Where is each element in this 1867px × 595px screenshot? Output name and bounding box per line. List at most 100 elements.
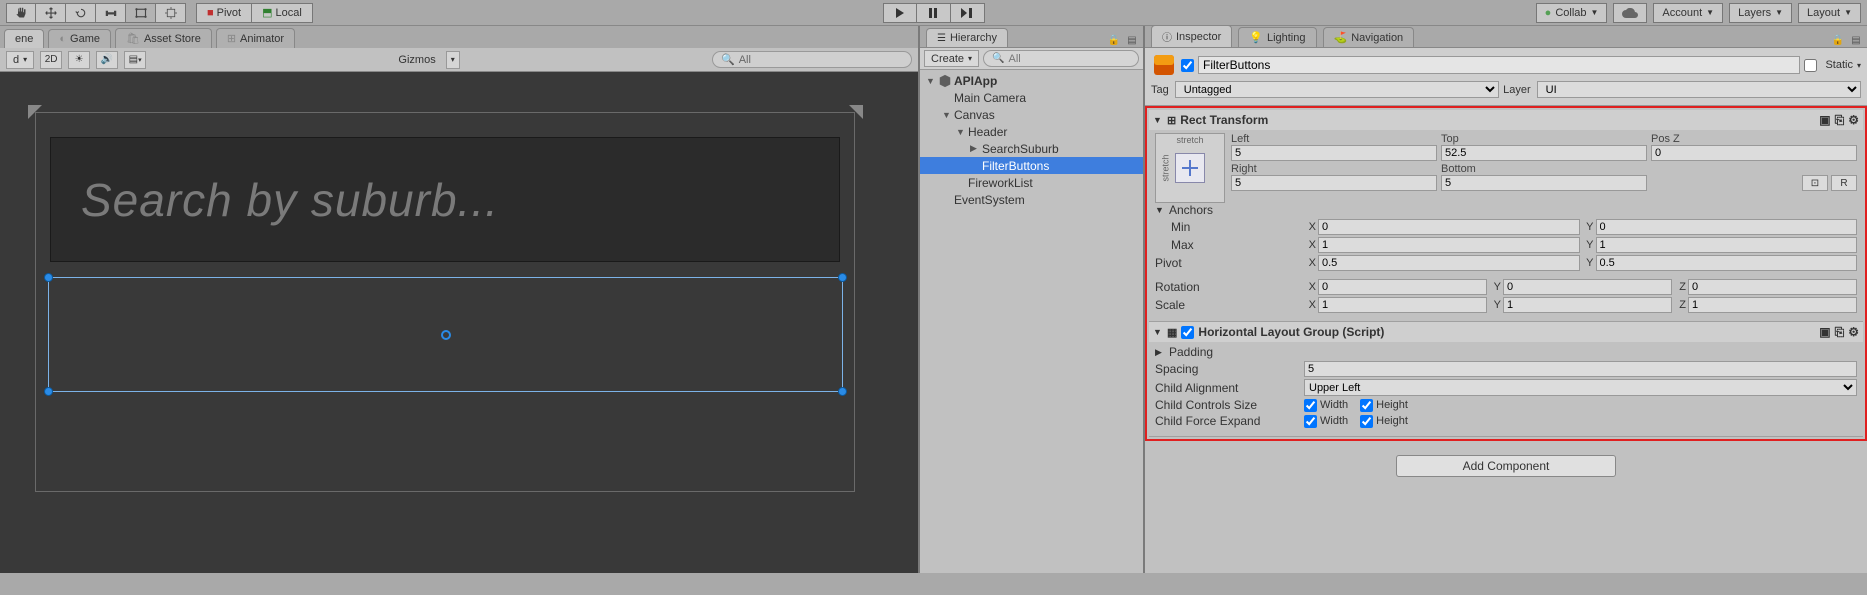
layout-dropdown[interactable]: Layout▼ <box>1798 3 1861 23</box>
gameobject-name-input[interactable] <box>1198 56 1800 74</box>
preset-icon[interactable]: ⎘ <box>1835 325 1845 340</box>
rect-tool-button[interactable] <box>126 3 156 23</box>
tab-inspector[interactable]: ⓘInspector <box>1151 25 1232 47</box>
shading-dropdown[interactable]: d▾ <box>6 51 34 69</box>
sun-icon: ☀ <box>75 54 84 65</box>
tab-lighting[interactable]: 💡Lighting <box>1238 27 1316 47</box>
tree-row[interactable]: FilterButtons <box>920 157 1143 174</box>
audio-toggle[interactable]: 🔊 <box>96 51 118 69</box>
expand-arrow[interactable]: ▼ <box>956 127 968 137</box>
selected-rect[interactable] <box>48 277 843 392</box>
hierarchy-search[interactable]: 🔍All <box>983 50 1139 67</box>
collab-dropdown[interactable]: ●Collab▼ <box>1536 3 1608 23</box>
rot-y[interactable] <box>1503 279 1672 295</box>
top-input[interactable] <box>1441 145 1647 161</box>
tab-game[interactable]: ◐Game <box>48 29 111 48</box>
tab-animator[interactable]: ⊞Animator <box>216 28 295 48</box>
tree-row[interactable]: FireworkList <box>920 174 1143 191</box>
fx-toggle[interactable]: ▤▾ <box>124 51 146 69</box>
handle-center[interactable] <box>441 330 451 340</box>
anchor-min-x[interactable] <box>1318 219 1580 235</box>
tag-dropdown[interactable]: Untagged <box>1175 81 1499 98</box>
rotate-tool-button[interactable] <box>66 3 96 23</box>
move-tool-button[interactable] <box>36 3 66 23</box>
pivot-y[interactable] <box>1596 255 1858 271</box>
scene-search[interactable]: 🔍All <box>712 51 912 68</box>
gear-icon[interactable]: ⚙ <box>1848 113 1859 127</box>
controls-height-checkbox[interactable]: Height <box>1360 399 1408 412</box>
blueprint-button[interactable]: ⊡ <box>1802 175 1828 191</box>
gizmos-dropdown[interactable]: ▾ <box>446 51 460 69</box>
step-button[interactable] <box>951 3 985 23</box>
anchor-max-y[interactable] <box>1596 237 1858 253</box>
expand-width-checkbox[interactable]: Width <box>1304 415 1348 428</box>
hierarchy-tabrow: ☰Hierarchy 🔒 ▤ <box>920 26 1143 48</box>
play-button[interactable] <box>883 3 917 23</box>
anchor-preset-button[interactable]: stretch stretch <box>1155 133 1225 203</box>
handle-bl[interactable] <box>44 387 53 396</box>
static-dropdown[interactable]: ▾ <box>1857 61 1861 70</box>
tree-row[interactable]: Main Camera <box>920 89 1143 106</box>
child-alignment-dropdown[interactable]: Upper Left <box>1304 379 1857 396</box>
gear-icon[interactable]: ⚙ <box>1848 325 1859 339</box>
local-button[interactable]: ⬒Local <box>252 3 313 23</box>
tab-asset-store[interactable]: 🛍Asset Store <box>115 28 212 48</box>
context-menu-icon[interactable]: ▤ <box>1125 33 1139 47</box>
static-checkbox[interactable] <box>1804 59 1817 72</box>
lighting-toggle[interactable]: ☀ <box>68 51 90 69</box>
gameobject-active-checkbox[interactable] <box>1181 59 1194 72</box>
rot-z[interactable] <box>1688 279 1857 295</box>
handle-tr[interactable] <box>838 273 847 282</box>
layer-dropdown[interactable]: UI <box>1537 81 1861 98</box>
tree-row[interactable]: EventSystem <box>920 191 1143 208</box>
transform-tool-button[interactable] <box>156 3 186 23</box>
help-icon[interactable]: ▣ <box>1819 113 1830 127</box>
rot-x[interactable] <box>1318 279 1487 295</box>
preset-icon[interactable]: ⎘ <box>1835 113 1845 128</box>
spacing-input[interactable] <box>1304 361 1857 377</box>
expand-arrow[interactable]: ▶ <box>970 143 982 154</box>
create-dropdown[interactable]: Create▾ <box>924 50 979 67</box>
audio-icon: 🔊 <box>101 54 113 65</box>
anchor-max-x[interactable] <box>1318 237 1580 253</box>
tab-hierarchy[interactable]: ☰Hierarchy <box>926 28 1008 47</box>
pause-button[interactable] <box>917 3 951 23</box>
left-input[interactable] <box>1231 145 1437 161</box>
2d-toggle[interactable]: 2D <box>40 51 62 69</box>
scale-tool-button[interactable] <box>96 3 126 23</box>
hlg-enabled-checkbox[interactable] <box>1181 326 1194 339</box>
anchor-min-y[interactable] <box>1596 219 1858 235</box>
tab-navigation[interactable]: ⛳Navigation <box>1323 27 1415 47</box>
right-input[interactable] <box>1231 175 1437 191</box>
tree-scene-root[interactable]: ▼ APIApp <box>920 72 1143 89</box>
tree-row[interactable]: ▼Canvas <box>920 106 1143 123</box>
tab-scene[interactable]: ene <box>4 29 44 48</box>
pivot-x[interactable] <box>1318 255 1580 271</box>
raw-edit-button[interactable]: R <box>1831 175 1857 191</box>
scale-z[interactable] <box>1688 297 1857 313</box>
expand-arrow[interactable]: ▼ <box>942 110 954 120</box>
scene-viewport[interactable]: Search by suburb... <box>0 72 918 573</box>
tree-row[interactable]: ▶SearchSuburb <box>920 140 1143 157</box>
handle-tl[interactable] <box>44 273 53 282</box>
cloud-button[interactable] <box>1613 3 1647 23</box>
expand-height-checkbox[interactable]: Height <box>1360 415 1408 428</box>
tree-row[interactable]: ▼Header <box>920 123 1143 140</box>
lock-icon[interactable]: 🔒 <box>1107 33 1121 47</box>
handle-br[interactable] <box>838 387 847 396</box>
scale-x[interactable] <box>1318 297 1487 313</box>
help-icon[interactable]: ▣ <box>1819 325 1830 339</box>
rect-transform-header[interactable]: ▼ ⊞ Rect Transform ▣ ⎘ ⚙ <box>1149 110 1863 130</box>
account-dropdown[interactable]: Account▼ <box>1653 3 1723 23</box>
hand-tool-button[interactable] <box>6 3 36 23</box>
hlg-header[interactable]: ▼ ▦ Horizontal Layout Group (Script) ▣ ⎘… <box>1149 322 1863 342</box>
controls-width-checkbox[interactable]: Width <box>1304 399 1348 412</box>
context-menu-icon[interactable]: ▤ <box>1849 33 1863 47</box>
layers-dropdown[interactable]: Layers▼ <box>1729 3 1792 23</box>
lock-icon[interactable]: 🔒 <box>1831 33 1845 47</box>
bottom-input[interactable] <box>1441 175 1647 191</box>
add-component-button[interactable]: Add Component <box>1396 455 1616 477</box>
pivot-button[interactable]: ■Pivot <box>196 3 252 23</box>
posz-input[interactable] <box>1651 145 1857 161</box>
scale-y[interactable] <box>1503 297 1672 313</box>
